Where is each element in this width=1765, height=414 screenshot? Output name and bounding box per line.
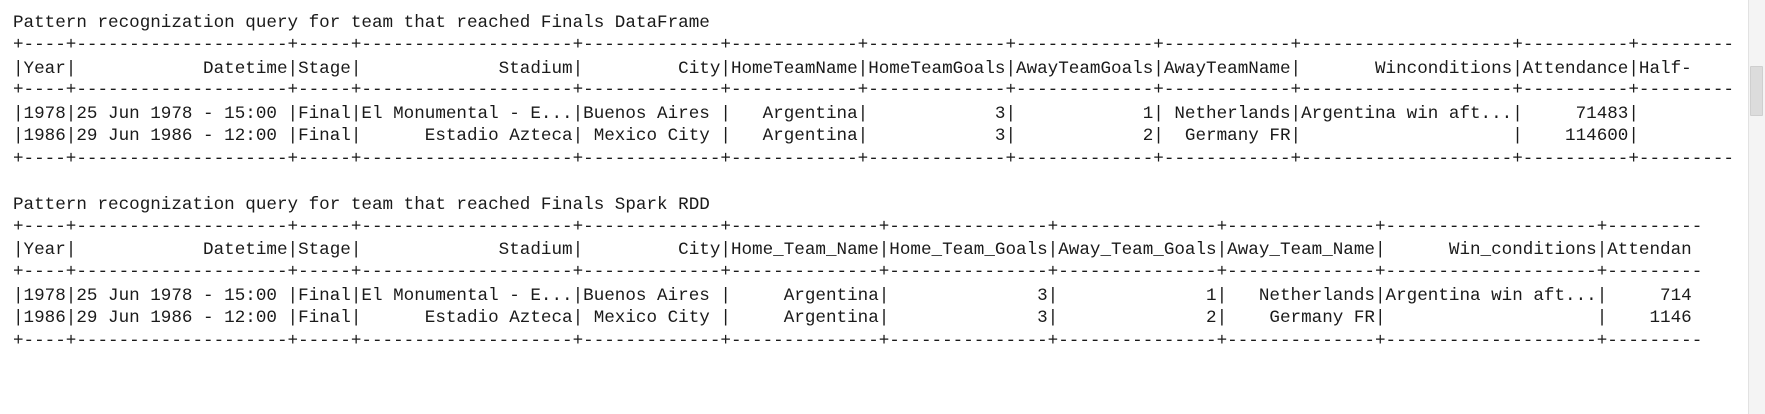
dataframe-title: Pattern recognization query for team tha…: [13, 13, 710, 33]
dataframe-border-top: +----+--------------------+-----+-------…: [13, 35, 1734, 55]
rdd-border-top: +----+--------------------+-----+-------…: [13, 217, 1703, 237]
rdd-border-bottom: +----+--------------------+-----+-------…: [13, 331, 1703, 351]
scrollbar-thumb[interactable]: [1750, 66, 1763, 116]
rdd-row-1978: |1978|25 Jun 1978 - 15:00 |Final|El Monu…: [13, 286, 1692, 306]
dataframe-border-bottom: +----+--------------------+-----+-------…: [13, 149, 1734, 169]
dataframe-header-row: |Year| Datetime|Stage| Stadium| City|Hom…: [13, 59, 1692, 79]
rdd-title: Pattern recognization query for team tha…: [13, 195, 710, 215]
dataframe-row-1986: |1986|29 Jun 1986 - 12:00 |Final| Estadi…: [13, 126, 1639, 146]
dataframe-row-1978: |1978|25 Jun 1978 - 15:00 |Final|El Monu…: [13, 104, 1639, 124]
rdd-row-1986: |1986|29 Jun 1986 - 12:00 |Final| Estadi…: [13, 308, 1692, 328]
rdd-border-mid: +----+--------------------+-----+-------…: [13, 262, 1703, 282]
dataframe-border-mid: +----+--------------------+-----+-------…: [13, 80, 1734, 100]
console-output: Pattern recognization query for team tha…: [0, 0, 1765, 414]
vertical-scrollbar[interactable]: [1748, 0, 1765, 414]
rdd-header-row: |Year| Datetime|Stage| Stadium| City|Hom…: [13, 240, 1692, 260]
